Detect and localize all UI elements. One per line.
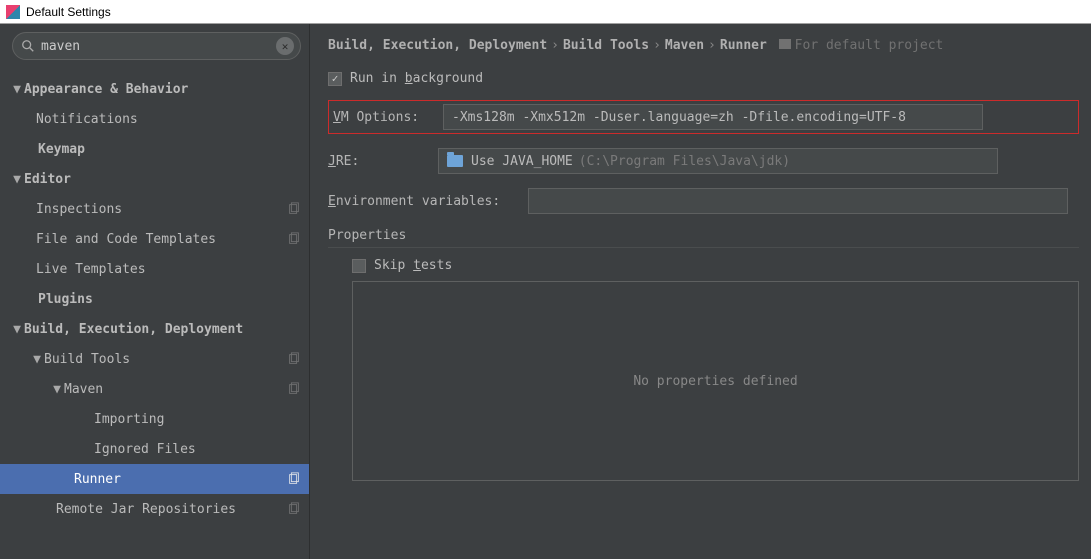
collapse-icon: ▼ bbox=[10, 172, 24, 187]
tree-live-templates[interactable]: Live Templates bbox=[0, 254, 309, 284]
search-field[interactable]: ✕ bbox=[12, 32, 301, 60]
search-icon bbox=[21, 39, 35, 53]
app-icon bbox=[6, 5, 20, 19]
crumb-2[interactable]: Build Tools bbox=[563, 38, 649, 53]
profile-icon bbox=[287, 232, 301, 246]
run-in-background-row[interactable]: ✓ Run in background bbox=[328, 71, 1079, 86]
crumb-3[interactable]: Maven bbox=[665, 38, 704, 53]
collapse-icon: ▼ bbox=[10, 322, 24, 337]
project-scope-icon bbox=[779, 39, 791, 49]
tree-importing[interactable]: Importing bbox=[0, 404, 309, 434]
chevron-right-icon: › bbox=[551, 38, 559, 53]
collapse-icon: ▼ bbox=[10, 82, 24, 97]
jre-hint: (C:\Program Files\Java\jdk) bbox=[579, 154, 790, 169]
tree-build-tools[interactable]: ▼Build Tools bbox=[0, 344, 309, 374]
settings-tree: ▼Appearance & Behavior Notifications Key… bbox=[0, 70, 309, 559]
tree-inspections[interactable]: Inspections bbox=[0, 194, 309, 224]
chevron-right-icon: › bbox=[708, 38, 716, 53]
profile-icon bbox=[287, 502, 301, 516]
env-label: Environment variables: bbox=[328, 194, 528, 209]
profile-icon bbox=[287, 352, 301, 366]
env-row: Environment variables: bbox=[328, 188, 1079, 214]
tree-plugins[interactable]: Plugins bbox=[0, 284, 309, 314]
crumb-1[interactable]: Build, Execution, Deployment bbox=[328, 38, 547, 53]
main-panel: Build, Execution, Deployment › Build Tools… bbox=[310, 24, 1091, 559]
tree-maven[interactable]: ▼Maven bbox=[0, 374, 309, 404]
properties-title: Properties bbox=[328, 228, 1079, 248]
jre-label: JRE: bbox=[328, 154, 438, 169]
content: ✕ ▼Appearance & Behavior Notifications K… bbox=[0, 24, 1091, 559]
run-in-background-checkbox[interactable]: ✓ bbox=[328, 72, 342, 86]
tree-build-exec-deploy[interactable]: ▼Build, Execution, Deployment bbox=[0, 314, 309, 344]
folder-icon bbox=[447, 155, 463, 167]
no-properties-text: No properties defined bbox=[633, 374, 797, 389]
crumb-4[interactable]: Runner bbox=[720, 38, 767, 53]
skip-tests-label: Skip tests bbox=[374, 258, 452, 273]
clear-search-icon[interactable]: ✕ bbox=[276, 37, 294, 55]
tree-editor[interactable]: ▼Editor bbox=[0, 164, 309, 194]
tree-notifications[interactable]: Notifications bbox=[0, 104, 309, 134]
tree-keymap[interactable]: Keymap bbox=[0, 134, 309, 164]
skip-tests-checkbox[interactable]: ✓ bbox=[352, 259, 366, 273]
search-wrap: ✕ bbox=[0, 24, 309, 70]
tree-appearance-behavior[interactable]: ▼Appearance & Behavior bbox=[0, 74, 309, 104]
tree-ignored-files[interactable]: Ignored Files bbox=[0, 434, 309, 464]
sidebar: ✕ ▼Appearance & Behavior Notifications K… bbox=[0, 24, 310, 559]
profile-icon bbox=[287, 472, 301, 486]
search-input[interactable] bbox=[41, 39, 276, 54]
run-in-background-label: Run in background bbox=[350, 71, 483, 86]
properties-box: No properties defined bbox=[352, 281, 1079, 481]
collapse-icon: ▼ bbox=[50, 382, 64, 397]
profile-icon bbox=[287, 382, 301, 396]
profile-icon bbox=[287, 202, 301, 216]
tree-file-code-templates[interactable]: File and Code Templates bbox=[0, 224, 309, 254]
vm-options-label: VM Options: bbox=[333, 110, 443, 125]
titlebar: Default Settings bbox=[0, 0, 1091, 24]
jre-value: Use JAVA_HOME bbox=[471, 154, 573, 169]
breadcrumb: Build, Execution, Deployment › Build Tools… bbox=[328, 38, 1079, 53]
scope-label: For default project bbox=[795, 38, 944, 53]
jre-picker[interactable]: Use JAVA_HOME (C:\Program Files\Java\jdk… bbox=[438, 148, 998, 174]
skip-tests-row[interactable]: ✓ Skip tests bbox=[328, 258, 1079, 273]
collapse-icon: ▼ bbox=[30, 352, 44, 367]
tree-remote-jar[interactable]: Remote Jar Repositories bbox=[0, 494, 309, 524]
tree-runner[interactable]: Runner bbox=[0, 464, 309, 494]
env-input[interactable] bbox=[528, 188, 1068, 214]
window-title: Default Settings bbox=[26, 5, 111, 19]
jre-row: JRE: Use JAVA_HOME (C:\Program Files\Jav… bbox=[328, 148, 1079, 174]
vm-options-row: VM Options: bbox=[328, 100, 1079, 134]
chevron-right-icon: › bbox=[653, 38, 661, 53]
vm-options-input[interactable] bbox=[443, 104, 983, 130]
